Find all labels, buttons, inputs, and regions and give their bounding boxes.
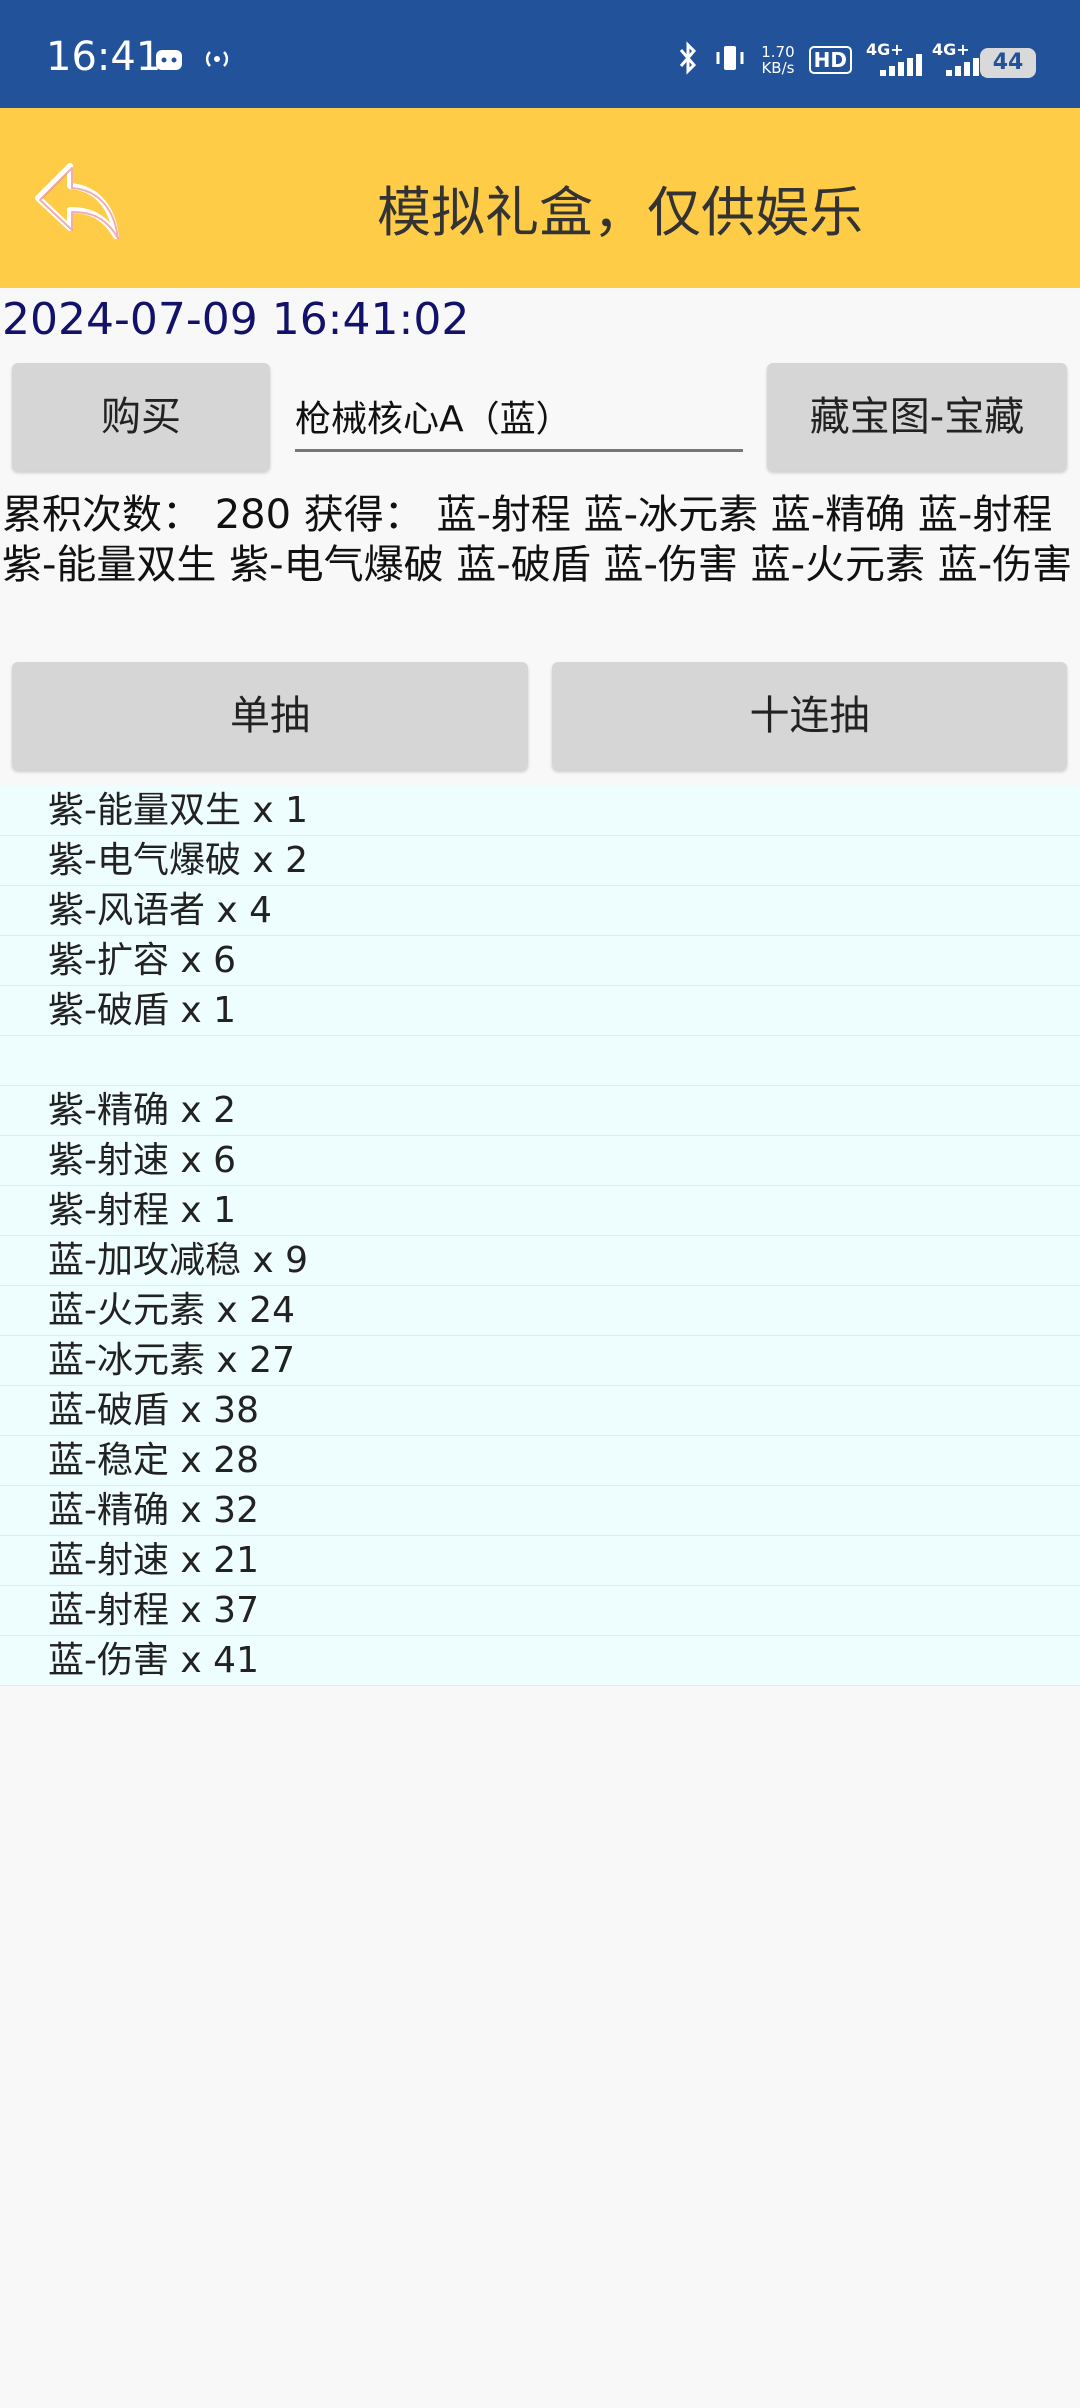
list-item: 蓝-射速 x 21 [0, 1536, 1080, 1586]
list-item: 紫-破盾 x 1 [0, 986, 1080, 1036]
treasure-map-button[interactable]: 藏宝图-宝藏 [767, 363, 1067, 471]
list-item: 蓝-冰元素 x 27 [0, 1336, 1080, 1386]
item-input[interactable]: 枪械核心A（蓝） [295, 390, 743, 452]
hd-indicator: HD [808, 46, 852, 74]
list-item [0, 1036, 1080, 1086]
signal-sim1-icon: 4G+ [866, 40, 922, 78]
list-item: 蓝-破盾 x 38 [0, 1386, 1080, 1436]
status-icons: 1.70 KB/s HD 4G+ 4G+ [677, 40, 988, 80]
battery-indicator: 44 [980, 48, 1036, 78]
list-item: 蓝-火元素 x 24 [0, 1286, 1080, 1336]
bluetooth-icon [677, 41, 699, 79]
list-item: 紫-风语者 x 4 [0, 886, 1080, 936]
list-item: 紫-电气爆破 x 2 [0, 836, 1080, 886]
list-item: 紫-射程 x 1 [0, 1186, 1080, 1236]
current-datetime: 2024-07-09 16:41:02 [2, 294, 470, 345]
back-button[interactable] [30, 154, 126, 250]
list-item: 紫-精确 x 2 [0, 1086, 1080, 1136]
network-speed: 1.70 KB/s [761, 43, 795, 77]
list-item: 紫-能量双生 x 1 [0, 786, 1080, 836]
list-item: 紫-射速 x 6 [0, 1136, 1080, 1186]
list-item: 蓝-稳定 x 28 [0, 1436, 1080, 1486]
draw-summary: 累积次数： 280 获得： 蓝-射程 蓝-冰元素 蓝-精确 蓝-射程 紫-能量双… [2, 492, 1073, 588]
vibrate-icon [713, 41, 747, 79]
single-draw-button[interactable]: 单抽 [12, 662, 528, 770]
buy-button[interactable]: 购买 [12, 363, 270, 471]
results-list: 紫-能量双生 x 1 紫-电气爆破 x 2 紫-风语者 x 4 紫-扩容 x 6… [0, 786, 1080, 1686]
signal-sim2-icon: 4G+ [932, 40, 988, 78]
title-bar: 模拟礼盒，仅供娱乐 [0, 108, 1080, 288]
ten-draw-button[interactable]: 十连抽 [552, 662, 1067, 770]
status-bar: 16:41 1.70 KB/s HD 4G+ 4G+ 44 [0, 0, 1080, 108]
game-controller-icon [154, 44, 184, 74]
back-arrow-icon [35, 163, 119, 239]
hotspot-icon [202, 44, 232, 74]
status-time: 16:41 [46, 34, 162, 80]
list-item: 蓝-加攻减稳 x 9 [0, 1236, 1080, 1286]
list-item: 蓝-射程 x 37 [0, 1586, 1080, 1636]
page-title: 模拟礼盒，仅供娱乐 [377, 181, 863, 244]
list-item: 紫-扩容 x 6 [0, 936, 1080, 986]
list-item: 蓝-精确 x 32 [0, 1486, 1080, 1536]
list-item: 蓝-伤害 x 41 [0, 1636, 1080, 1686]
